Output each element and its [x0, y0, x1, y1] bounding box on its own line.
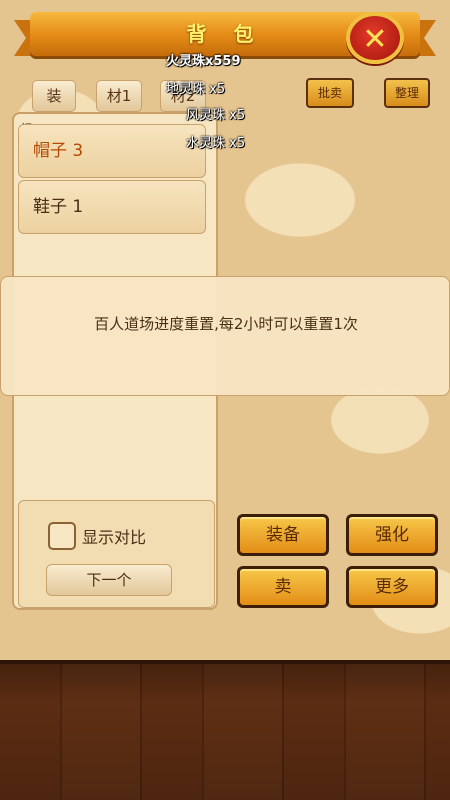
drop-text: 风灵珠 x5	[186, 108, 246, 123]
drop-text: 火灵珠x559	[166, 54, 241, 69]
drop-text: 地灵珠 x5	[166, 82, 226, 97]
sort-button[interactable]: 整理	[384, 78, 430, 108]
close-button[interactable]: ✕	[346, 12, 404, 64]
enhance-button[interactable]: 强化	[346, 514, 438, 556]
list-item[interactable]: 帽子 3	[18, 124, 206, 178]
equip-button[interactable]: 装备	[237, 514, 329, 556]
sell-button[interactable]: 卖	[237, 566, 329, 608]
close-icon: ✕	[362, 22, 388, 57]
more-button[interactable]: 更多	[346, 566, 438, 608]
compare-label: 显示对比	[82, 528, 147, 547]
next-button[interactable]: 下一个	[46, 564, 172, 596]
notice-banner: 百人道场进度重置,每2小时可以重置1次	[0, 276, 450, 396]
list-item[interactable]: 鞋子 1	[18, 180, 206, 234]
drop-text: 水灵珠 x5	[186, 136, 246, 151]
compare-checkbox[interactable]	[48, 522, 76, 550]
tab-equipment[interactable]: 装	[32, 80, 76, 112]
tab-materials-1[interactable]: 材1	[96, 80, 142, 112]
batch-sell-button[interactable]: 批卖	[306, 78, 354, 108]
notice-text: 百人道场进度重置,每2小时可以重置1次	[94, 315, 358, 333]
page-title: 背 包	[186, 22, 264, 46]
